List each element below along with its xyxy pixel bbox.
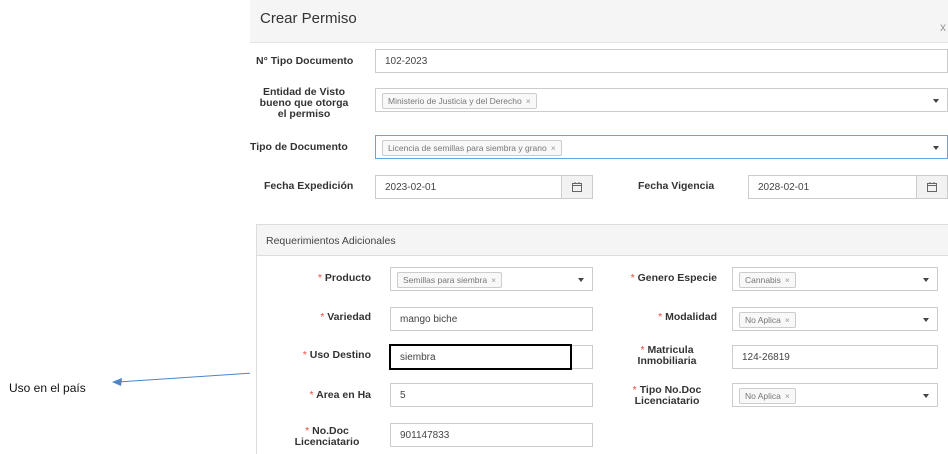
- producto-label: * Producto: [277, 273, 371, 284]
- fecha-expedicion-label: Fecha Expedición: [264, 180, 354, 192]
- fecha-vigencia-label: Fecha Vigencia: [638, 180, 715, 192]
- variedad-label-text: Variedad: [327, 311, 371, 323]
- required-marker: *: [658, 311, 663, 323]
- required-marker: *: [630, 272, 635, 284]
- chevron-down-icon[interactable]: [915, 268, 937, 290]
- matricula-label-line2: Inmobiliaria: [637, 355, 697, 367]
- remove-tag-icon[interactable]: ×: [526, 96, 531, 106]
- chevron-down-icon[interactable]: [925, 89, 947, 111]
- producto-label-text: Producto: [324, 272, 371, 284]
- modalidad-tag-label: No Aplica: [745, 315, 781, 325]
- modalidad-label: * Modalidad: [617, 312, 717, 323]
- modal-title: Crear Permiso: [260, 10, 357, 27]
- entidad-tag-label: Ministerio de Justicia y del Derecho: [388, 96, 522, 106]
- modalidad-select[interactable]: No Aplica ×: [732, 307, 938, 331]
- producto-select[interactable]: Semillas para siembra ×: [390, 267, 593, 291]
- chevron-down-icon[interactable]: [570, 268, 592, 290]
- tipo-nodoc-tag-label: No Aplica: [745, 391, 781, 401]
- chevron-down-icon[interactable]: [915, 308, 937, 330]
- remove-tag-icon[interactable]: ×: [551, 143, 556, 153]
- tipo-nodoc-select[interactable]: No Aplica ×: [732, 383, 938, 407]
- modalidad-tag: No Aplica ×: [739, 312, 796, 328]
- calendar-icon[interactable]: [561, 176, 592, 198]
- producto-tag: Semillas para siembra ×: [397, 272, 503, 288]
- entidad-tag: Ministerio de Justicia y del Derecho ×: [382, 93, 537, 109]
- required-marker: *: [302, 349, 307, 361]
- nodoc-label-line2: Licenciatario: [294, 436, 360, 448]
- crear-permiso-modal: Crear Permiso x N° Tipo Documento 102-20…: [250, 0, 948, 454]
- tipo-doc-select[interactable]: Licencia de semillas para siembra y gran…: [375, 135, 948, 159]
- uso-destino-label: * Uso Destino: [277, 350, 371, 361]
- uso-destino-highlight-box: [389, 344, 572, 370]
- tipo-nodoc-label-line2: Licenciatario: [634, 395, 700, 407]
- tipo-nodoc-tag: No Aplica ×: [739, 388, 796, 404]
- tipo-doc-label: Tipo de Documento: [250, 141, 348, 153]
- variedad-label: * Variedad: [277, 312, 371, 323]
- matricula-value: 124-26819: [742, 352, 790, 363]
- requerimientos-title: Requerimientos Adicionales: [266, 235, 396, 247]
- genero-tag-label: Cannabis: [745, 275, 781, 285]
- tipo-documento-field[interactable]: 102-2023: [375, 49, 948, 73]
- remove-tag-icon[interactable]: ×: [785, 391, 790, 401]
- tipo-doc-tag-label: Licencia de semillas para siembra y gran…: [388, 143, 547, 153]
- producto-tag-label: Semillas para siembra: [403, 275, 488, 285]
- requerimientos-header: Requerimientos Adicionales: [257, 225, 948, 256]
- required-marker: *: [320, 311, 325, 323]
- genero-label: * Genero Especie: [617, 273, 717, 284]
- nodoc-label: * No.Doc Licenciatario: [277, 426, 377, 448]
- requerimientos-panel: Requerimientos Adicionales * Producto Se…: [256, 224, 948, 454]
- variedad-value: mango biche: [400, 314, 458, 325]
- tipo-documento-value: 102-2023: [385, 56, 428, 67]
- modalidad-label-text: Modalidad: [665, 311, 717, 323]
- calendar-icon[interactable]: [916, 176, 947, 198]
- fecha-vigencia-value: 2028-02-01: [758, 182, 810, 193]
- fecha-expedicion-field[interactable]: 2023-02-01: [375, 175, 593, 199]
- entidad-label-line3: el permiso: [277, 108, 331, 120]
- remove-tag-icon[interactable]: ×: [491, 275, 496, 285]
- entidad-label: Entidad de Visto bueno que otorga el per…: [250, 87, 358, 120]
- matricula-field[interactable]: 124-26819: [732, 345, 938, 369]
- genero-select[interactable]: Cannabis ×: [732, 267, 938, 291]
- nodoc-field[interactable]: 901147833: [390, 423, 593, 447]
- close-icon[interactable]: x: [940, 20, 946, 34]
- required-marker: *: [309, 389, 314, 401]
- tipo-nodoc-label: * Tipo No.Doc Licenciatario: [617, 385, 717, 407]
- chevron-down-icon[interactable]: [915, 384, 937, 406]
- matricula-label: * Matricula Inmobiliaria: [617, 345, 717, 367]
- area-value: 5: [400, 390, 406, 401]
- genero-label-text: Genero Especie: [637, 272, 717, 284]
- area-field[interactable]: 5: [390, 383, 593, 407]
- nodoc-value: 901147833: [400, 430, 450, 441]
- entidad-select[interactable]: Ministerio de Justicia y del Derecho ×: [375, 88, 948, 112]
- chevron-down-icon[interactable]: [925, 136, 947, 158]
- remove-tag-icon[interactable]: ×: [785, 315, 790, 325]
- area-label: * Area en Ha: [277, 390, 371, 401]
- remove-tag-icon[interactable]: ×: [785, 275, 790, 285]
- genero-tag: Cannabis ×: [739, 272, 796, 288]
- modal-header: Crear Permiso x: [250, 0, 948, 43]
- area-label-text: Area en Ha: [316, 389, 371, 401]
- required-marker: *: [317, 272, 322, 284]
- tipo-documento-label: N° Tipo Documento: [256, 55, 354, 67]
- tipo-doc-tag: Licencia de semillas para siembra y gran…: [382, 140, 562, 156]
- fecha-expedicion-value: 2023-02-01: [385, 182, 437, 193]
- fecha-vigencia-field[interactable]: 2028-02-01: [748, 175, 948, 199]
- uso-destino-label-text: Uso Destino: [309, 349, 371, 361]
- variedad-field[interactable]: mango biche: [390, 307, 593, 331]
